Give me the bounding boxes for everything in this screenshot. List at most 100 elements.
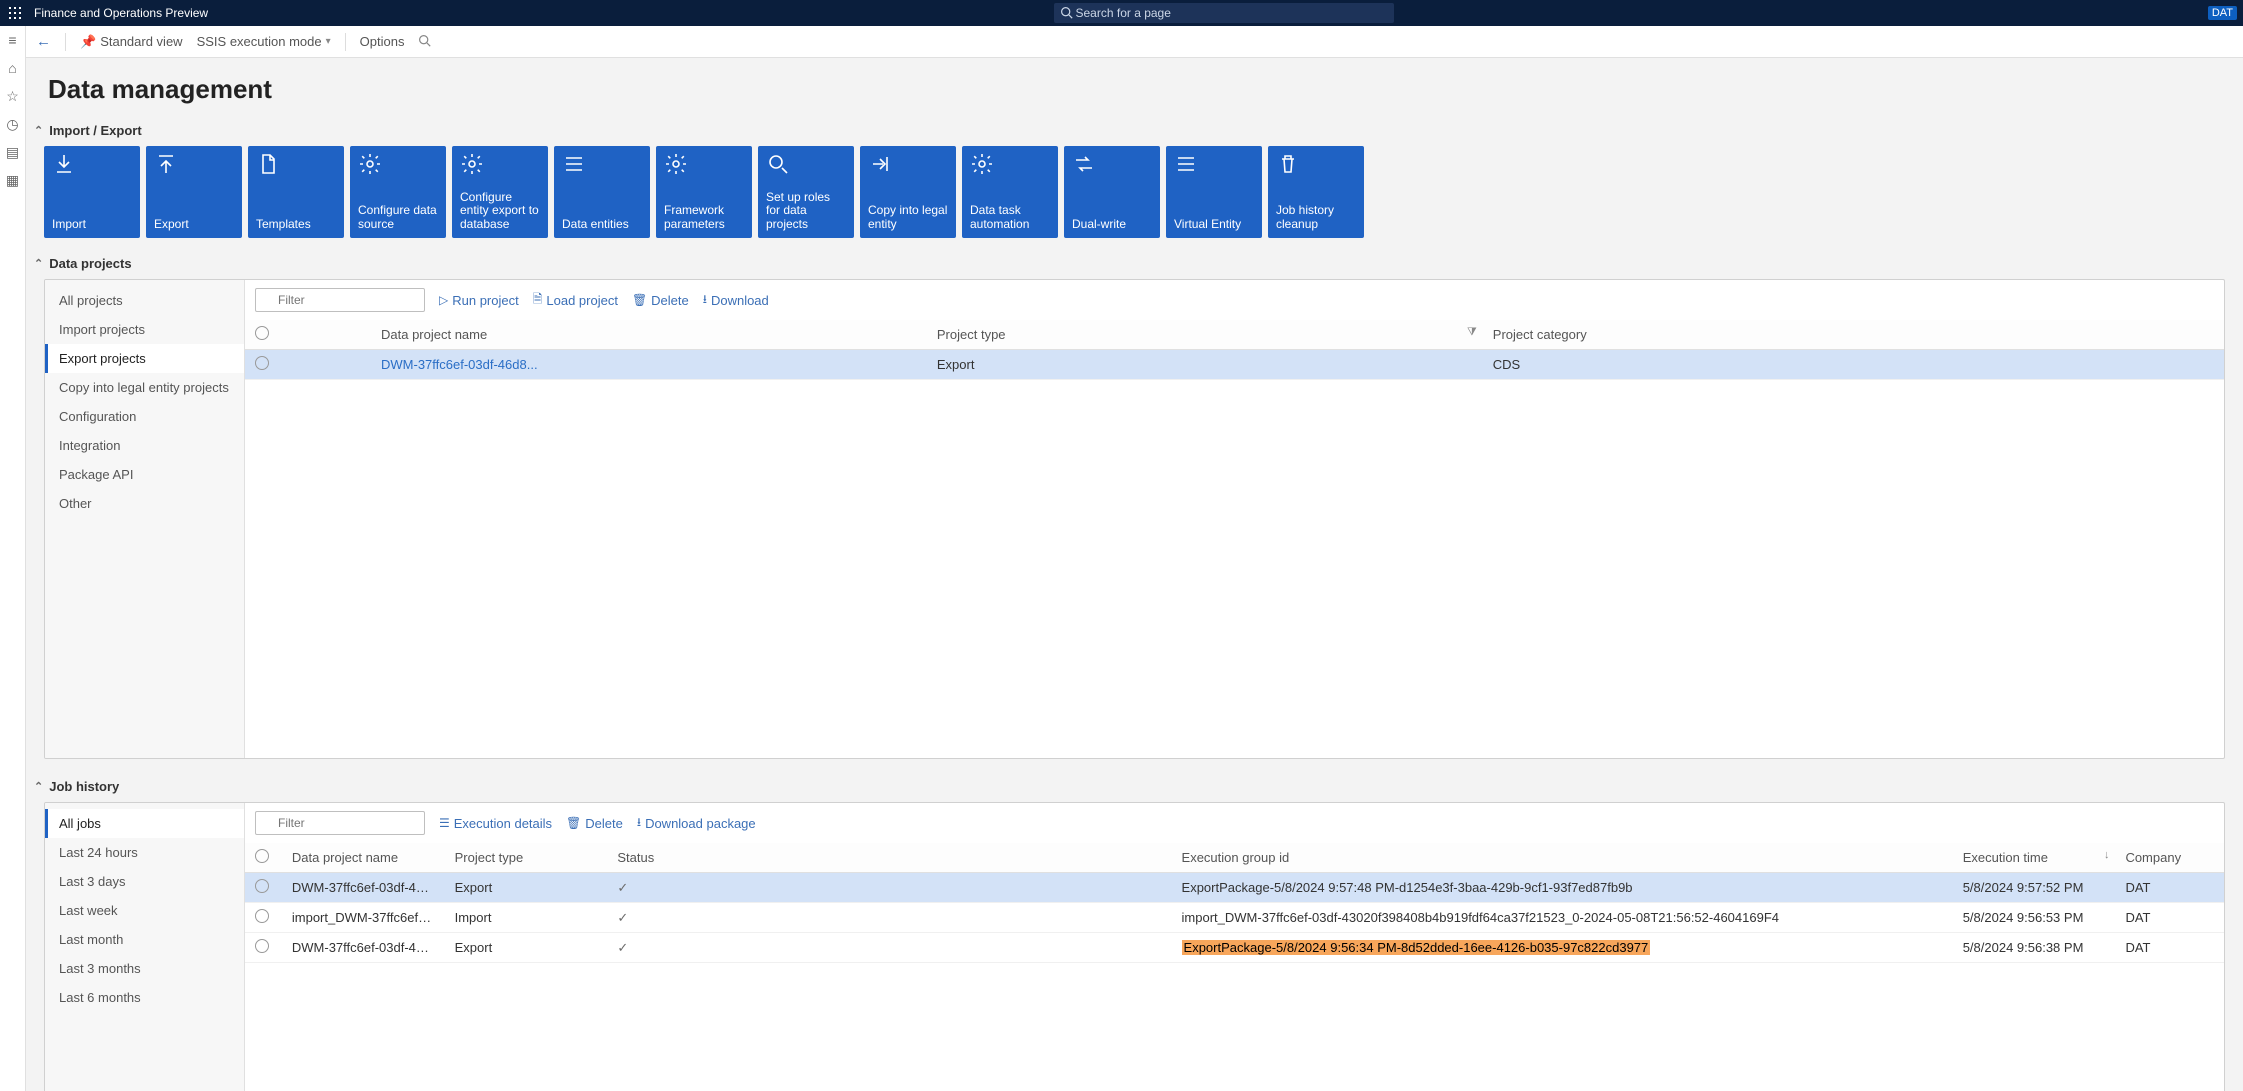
- section-import-export[interactable]: ⌃ Import / Export: [34, 123, 2225, 138]
- job-history-filter-input[interactable]: [255, 811, 425, 835]
- options-button[interactable]: Options: [360, 34, 405, 49]
- download-icon: ⭳: [703, 290, 707, 311]
- radio-icon[interactable]: [255, 356, 269, 370]
- cell-type: Export: [445, 933, 608, 963]
- sidebar-item[interactable]: Copy into legal entity projects: [45, 373, 244, 402]
- tile-export[interactable]: Export: [146, 146, 242, 238]
- column-execution-time[interactable]: Execution time ↓: [1953, 843, 2116, 873]
- radio-icon: [255, 326, 269, 340]
- ssis-execution-mode-button[interactable]: SSIS execution mode ▾: [197, 34, 331, 49]
- tile-framework-parameters[interactable]: Framework parameters: [656, 146, 752, 238]
- app-launcher-icon[interactable]: [6, 4, 24, 22]
- table-row[interactable]: DWM-37ffc6ef-03df-46d8...Export✓ExportPa…: [245, 933, 2224, 963]
- run-project-button[interactable]: ▷Run project: [439, 293, 519, 308]
- column-project-type[interactable]: Project type: [445, 843, 608, 873]
- separator: [65, 33, 66, 51]
- section-data-projects[interactable]: ⌃ Data projects: [34, 256, 2225, 271]
- sidebar-item[interactable]: Last 24 hours: [45, 838, 244, 867]
- sidebar-item[interactable]: All jobs: [45, 809, 244, 838]
- tile-job-history-cleanup[interactable]: Job history cleanup: [1268, 146, 1364, 238]
- standard-view-button[interactable]: 📌 Standard view: [80, 34, 183, 50]
- column-company[interactable]: Company: [2115, 843, 2224, 873]
- recent-icon[interactable]: ◷: [5, 116, 21, 132]
- download-button[interactable]: ⭳Download: [703, 290, 769, 311]
- back-button[interactable]: ←: [36, 33, 51, 50]
- column-project-type[interactable]: Project type⧩: [927, 320, 1483, 350]
- home-icon[interactable]: ⌂: [5, 60, 21, 76]
- company-badge[interactable]: DAT: [2208, 6, 2237, 20]
- copy-into-legal-entity-icon: [868, 152, 948, 180]
- sidebar-item[interactable]: Export projects: [45, 344, 244, 373]
- data-projects-panel: All projectsImport projectsExport projec…: [44, 279, 2225, 759]
- column-label: Execution time: [1963, 850, 2048, 865]
- tile-data-task-automation[interactable]: Data task automation: [962, 146, 1058, 238]
- sidebar-item[interactable]: Last 3 days: [45, 867, 244, 896]
- global-search-input[interactable]: [1054, 3, 1394, 23]
- column-data-project-name[interactable]: Data project name: [282, 843, 445, 873]
- delete-project-button[interactable]: 🗑Delete: [632, 293, 689, 308]
- radio-icon[interactable]: [255, 909, 269, 923]
- tile-virtual-entity[interactable]: Virtual Entity: [1166, 146, 1262, 238]
- tile-dual-write[interactable]: Dual-write: [1064, 146, 1160, 238]
- sidebar-item[interactable]: Last 3 months: [45, 954, 244, 983]
- tile-templates[interactable]: Templates: [248, 146, 344, 238]
- column-label: Company: [2125, 850, 2181, 865]
- sidebar-item[interactable]: All projects: [45, 286, 244, 315]
- workspaces-icon[interactable]: ▦: [5, 172, 21, 188]
- column-select[interactable]: [245, 320, 371, 350]
- hamburger-icon[interactable]: ≡: [5, 32, 21, 48]
- column-status[interactable]: Status: [607, 843, 1171, 873]
- modules-icon[interactable]: ▤: [5, 144, 21, 160]
- configure-data-source-icon: [358, 152, 438, 180]
- table-row[interactable]: import_DWM-37ffc6ef-03...Import✓import_D…: [245, 903, 2224, 933]
- separator: [345, 33, 346, 51]
- column-data-project-name[interactable]: Data project name: [371, 320, 927, 350]
- sidebar-item[interactable]: Integration: [45, 431, 244, 460]
- ssis-label: SSIS execution mode: [197, 34, 322, 49]
- tile-copy-into-legal-entity[interactable]: Copy into legal entity: [860, 146, 956, 238]
- section-job-history[interactable]: ⌃ Job history: [34, 779, 2225, 794]
- favorite-icon[interactable]: ☆: [5, 88, 21, 104]
- data-projects-filter-input[interactable]: [255, 288, 425, 312]
- page-search-icon[interactable]: [418, 34, 431, 50]
- column-execution-group[interactable]: Execution group id: [1172, 843, 1953, 873]
- sidebar-item[interactable]: Other: [45, 489, 244, 518]
- column-project-category[interactable]: Project category: [1483, 320, 2224, 350]
- delete-job-button[interactable]: 🗑Delete: [566, 816, 623, 831]
- execution-details-button[interactable]: ☰Execution details: [439, 816, 552, 831]
- table-row[interactable]: DWM-37ffc6ef-03df-46d8...ExportCDS: [245, 350, 2224, 380]
- sidebar-item[interactable]: Last week: [45, 896, 244, 925]
- sidebar-item[interactable]: Last 6 months: [45, 983, 244, 1012]
- table-row[interactable]: DWM-37ffc6ef-03df-46d8...Export✓ExportPa…: [245, 873, 2224, 903]
- tile-import[interactable]: Import: [44, 146, 140, 238]
- cell-name: DWM-37ffc6ef-03df-46d8...: [282, 933, 445, 963]
- run-project-label: Run project: [452, 293, 518, 308]
- load-project-button[interactable]: 🗎Load project: [533, 290, 618, 311]
- sidebar-item[interactable]: Last month: [45, 925, 244, 954]
- column-label: Execution group id: [1182, 850, 1290, 865]
- data-projects-toolbar: ⚲ ▷Run project 🗎Load project 🗑Delete ⭳Do…: [245, 280, 2224, 320]
- column-select[interactable]: [245, 843, 282, 873]
- filter-funnel-icon[interactable]: ⧩: [1467, 326, 1477, 339]
- cell-name: import_DWM-37ffc6ef-03...: [282, 903, 445, 933]
- nav-rail: ≡ ⌂ ☆ ◷ ▤ ▦: [0, 26, 26, 1091]
- sort-desc-icon[interactable]: ↓: [2104, 849, 2110, 861]
- section-import-export-label: Import / Export: [49, 123, 141, 138]
- tile-data-entities[interactable]: Data entities: [554, 146, 650, 238]
- column-label: Project type: [455, 850, 524, 865]
- download-package-button[interactable]: ⭳Download package: [637, 813, 756, 834]
- download-package-label: Download package: [645, 816, 756, 831]
- radio-icon[interactable]: [255, 939, 269, 953]
- cell-name[interactable]: DWM-37ffc6ef-03df-46d8...: [371, 350, 927, 380]
- load-icon: 🗎: [533, 290, 543, 311]
- tile-configure-entity-export[interactable]: Configure entity export to database: [452, 146, 548, 238]
- job-history-body: ⚲ ☰Execution details 🗑Delete ⭳Download p…: [245, 803, 2224, 1091]
- tile-configure-data-source[interactable]: Configure data source: [350, 146, 446, 238]
- sidebar-item[interactable]: Package API: [45, 460, 244, 489]
- sidebar-item[interactable]: Configuration: [45, 402, 244, 431]
- tile-label: Templates: [256, 218, 336, 232]
- sidebar-item[interactable]: Import projects: [45, 315, 244, 344]
- tile-setup-roles[interactable]: Set up roles for data projects: [758, 146, 854, 238]
- radio-icon[interactable]: [255, 879, 269, 893]
- tile-label: Configure data source: [358, 204, 438, 232]
